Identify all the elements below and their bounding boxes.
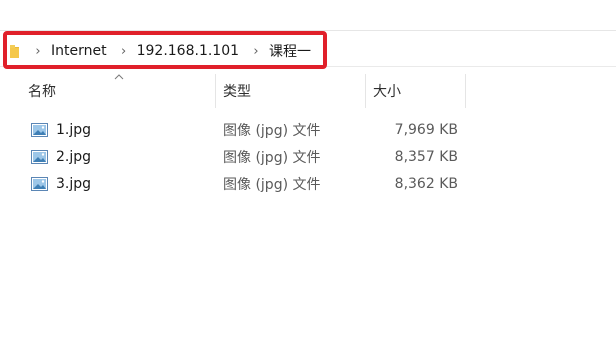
breadcrumb-separator[interactable]: › [117,44,131,59]
column-header-name-label: 名称 [28,84,56,100]
image-file-icon [31,122,48,137]
image-file-icon [31,176,48,191]
sort-up-icon [114,74,124,80]
file-size: 7,969 KB [394,121,458,138]
column-header-name[interactable]: 名称 [18,74,216,108]
file-size: 8,362 KB [394,175,458,192]
file-name: 3.jpg [56,175,92,192]
column-header-size[interactable]: 大小 [366,74,466,108]
breadcrumb-item-internet[interactable]: Internet [51,43,107,59]
toolbar-strip [0,0,616,31]
breadcrumb-separator[interactable]: › [249,44,263,59]
column-header-type-label: 类型 [223,84,251,100]
file-row[interactable]: 3.jpg 图像 (jpg) 文件 8,362 KB [18,170,478,197]
image-file-icon [31,149,48,164]
file-name: 2.jpg [56,148,92,165]
breadcrumb-item-folder[interactable]: 课程一 [269,41,311,61]
file-name: 1.jpg [56,121,92,138]
file-explorer-window: › Internet › 192.168.1.101 › 课程一 名称 类型 大… [0,0,616,359]
breadcrumb-separator[interactable]: › [31,44,45,59]
file-row[interactable]: 2.jpg 图像 (jpg) 文件 8,357 KB [18,143,478,170]
address-bar[interactable]: › Internet › 192.168.1.101 › 课程一 [0,36,616,67]
folder-icon[interactable] [10,45,19,58]
file-row[interactable]: 1.jpg 图像 (jpg) 文件 7,969 KB [18,116,478,143]
file-type: 图像 (jpg) 文件 [223,122,321,139]
column-header-size-label: 大小 [373,84,401,100]
file-type: 图像 (jpg) 文件 [223,176,321,193]
breadcrumb-item-host[interactable]: 192.168.1.101 [137,43,239,59]
file-size: 8,357 KB [394,148,458,165]
file-list: 1.jpg 图像 (jpg) 文件 7,969 KB 2.jpg 图像 (jpg… [18,116,478,197]
column-header-row: 名称 类型 大小 [18,74,466,108]
column-header-type[interactable]: 类型 [216,74,366,108]
file-type: 图像 (jpg) 文件 [223,149,321,166]
breadcrumb: › Internet › 192.168.1.101 › 课程一 [10,36,321,66]
